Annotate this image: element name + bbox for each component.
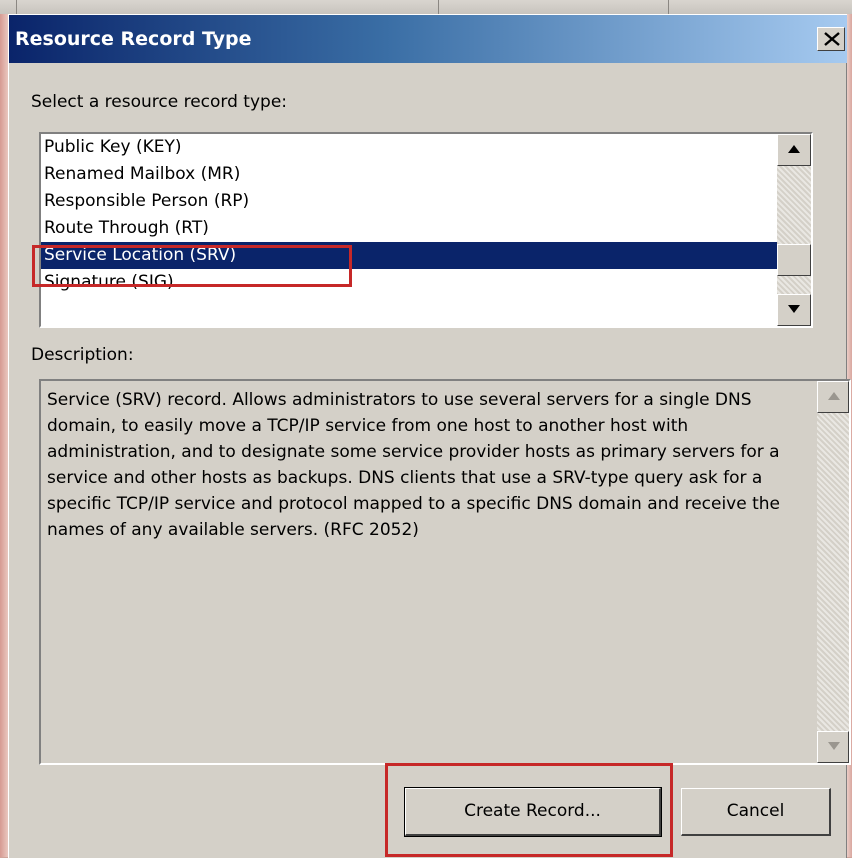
close-button[interactable] bbox=[817, 27, 845, 51]
list-item[interactable]: Public Key (KEY) bbox=[41, 134, 801, 161]
list-item[interactable]: Renamed Mailbox (MR) bbox=[41, 161, 801, 188]
record-type-list-label: Select a resource record type: bbox=[31, 92, 288, 112]
description-text: Service (SRV) record. Allows administrat… bbox=[47, 390, 781, 540]
dialog-title: Resource Record Type bbox=[15, 28, 252, 50]
arrow-down-icon bbox=[828, 742, 840, 750]
list-item[interactable]: Signature (SIG) bbox=[41, 269, 801, 296]
scroll-up-button[interactable] bbox=[777, 134, 811, 166]
arrow-up-icon bbox=[788, 145, 800, 153]
description-box: Service (SRV) record. Allows administrat… bbox=[39, 379, 851, 765]
list-item[interactable]: Route Through (RT) bbox=[41, 215, 801, 242]
arrow-down-icon bbox=[788, 305, 800, 313]
dialog-titlebar[interactable]: Resource Record Type bbox=[9, 15, 847, 63]
description-scrollbar[interactable] bbox=[817, 381, 849, 763]
list-item-selected[interactable]: Service Location (SRV) bbox=[41, 242, 801, 269]
background-column-divider bbox=[438, 0, 439, 14]
close-icon bbox=[824, 32, 840, 46]
scroll-down-button[interactable] bbox=[777, 294, 811, 326]
background-column-divider bbox=[16, 0, 17, 14]
arrow-up-icon bbox=[828, 392, 840, 400]
record-type-listbox[interactable]: Public Key (KEY) Renamed Mailbox (MR) Re… bbox=[39, 132, 813, 328]
create-record-button[interactable]: Create Record... bbox=[404, 787, 662, 837]
resource-record-type-dialog: Resource Record Type Select a resource r… bbox=[8, 14, 851, 858]
background-column-divider bbox=[668, 0, 669, 14]
list-scrollbar[interactable] bbox=[777, 134, 811, 326]
description-label: Description: bbox=[31, 345, 134, 365]
scroll-up-button[interactable] bbox=[817, 381, 849, 413]
scroll-down-button[interactable] bbox=[817, 731, 849, 763]
background-window-strip bbox=[0, 0, 852, 15]
cancel-button[interactable]: Cancel bbox=[681, 788, 831, 836]
list-item[interactable]: Responsible Person (RP) bbox=[41, 188, 801, 215]
scroll-thumb[interactable] bbox=[777, 244, 811, 276]
